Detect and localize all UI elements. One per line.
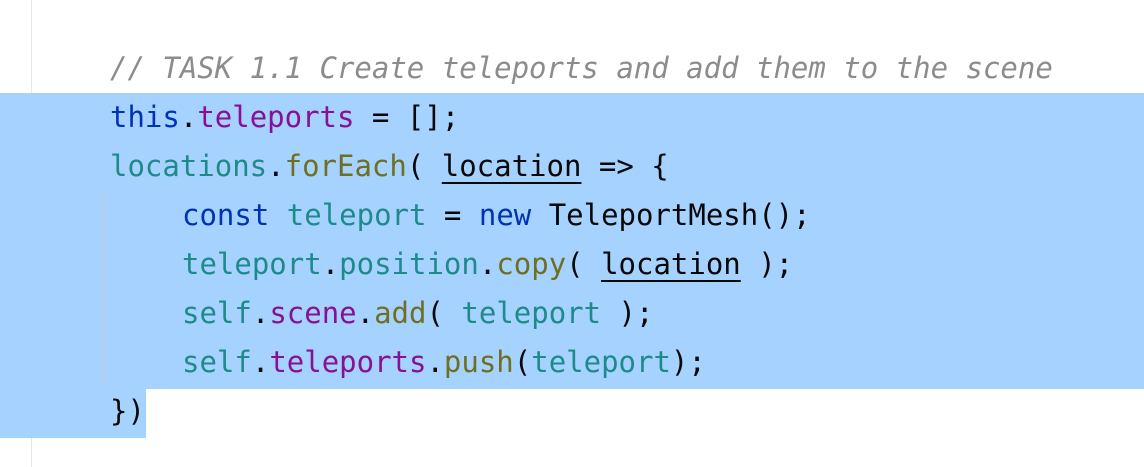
keyword-token: this bbox=[110, 100, 180, 134]
code-line-close[interactable]: }) bbox=[110, 387, 145, 436]
identifier-token: self bbox=[182, 345, 252, 379]
indent-guide bbox=[103, 193, 104, 387]
parameter-token: location bbox=[441, 149, 582, 183]
punctuation-token: . bbox=[321, 247, 340, 281]
punctuation-token: }) bbox=[110, 394, 145, 428]
punctuation-token: ); bbox=[670, 345, 706, 379]
punctuation-token: ( bbox=[566, 247, 602, 281]
field-token: teleports bbox=[269, 345, 427, 379]
punctuation-token: . bbox=[179, 100, 198, 134]
code-line-const-teleport[interactable]: const teleport = new TeleportMesh(); bbox=[182, 191, 811, 240]
punctuation-token: ( bbox=[406, 149, 442, 183]
identifier-token: position bbox=[339, 247, 479, 281]
keyword-token: new bbox=[478, 198, 532, 232]
punctuation-token: ); bbox=[601, 296, 654, 330]
keyword-token: const bbox=[182, 198, 270, 232]
punctuation-token: . bbox=[356, 296, 375, 330]
parameter-token: location bbox=[601, 247, 741, 281]
identifier-token: locations bbox=[110, 149, 268, 183]
code-editor[interactable]: // TASK 1.1 Create teleports and add the… bbox=[0, 0, 1144, 467]
punctuation-token: ); bbox=[740, 247, 794, 281]
punctuation-token: . bbox=[251, 296, 270, 330]
code-line-comment[interactable]: // TASK 1.1 Create teleports and add the… bbox=[110, 44, 1053, 93]
punctuation-token: . bbox=[478, 247, 497, 281]
punctuation-token: = bbox=[426, 198, 479, 232]
code-line-teleports-push[interactable]: self.teleports.push(teleport); bbox=[182, 338, 706, 387]
punctuation-token: => { bbox=[581, 149, 669, 183]
class-token: TeleportMesh(); bbox=[531, 198, 811, 232]
method-token: add bbox=[374, 296, 427, 330]
punctuation-token: . bbox=[251, 345, 270, 379]
code-line-scene-add[interactable]: self.scene.add( teleport ); bbox=[182, 289, 653, 338]
punctuation-token: . bbox=[426, 345, 444, 379]
identifier-token: teleport bbox=[286, 198, 427, 232]
punctuation-token: = []; bbox=[354, 100, 460, 134]
punctuation-token: . bbox=[267, 149, 285, 183]
method-token: copy bbox=[496, 247, 567, 281]
punctuation-token: ( bbox=[426, 296, 462, 330]
field-token: scene bbox=[269, 296, 357, 330]
identifier-token: teleport bbox=[461, 296, 602, 330]
code-line-foreach[interactable]: locations.forEach( location => { bbox=[110, 142, 669, 191]
punctuation-token: ( bbox=[513, 345, 532, 379]
method-token: push bbox=[443, 345, 514, 379]
field-token: teleports bbox=[197, 100, 355, 134]
identifier-token: teleport bbox=[182, 247, 322, 281]
identifier-token: self bbox=[182, 296, 252, 330]
identifier-token: teleport bbox=[531, 345, 671, 379]
code-line-teleports-init[interactable]: this.teleports = []; bbox=[110, 93, 459, 142]
comment-token: // TASK 1.1 Create teleports and add the… bbox=[110, 51, 1053, 85]
code-line-position-copy[interactable]: teleport.position.copy( location ); bbox=[182, 240, 793, 289]
method-token: forEach bbox=[284, 149, 407, 183]
